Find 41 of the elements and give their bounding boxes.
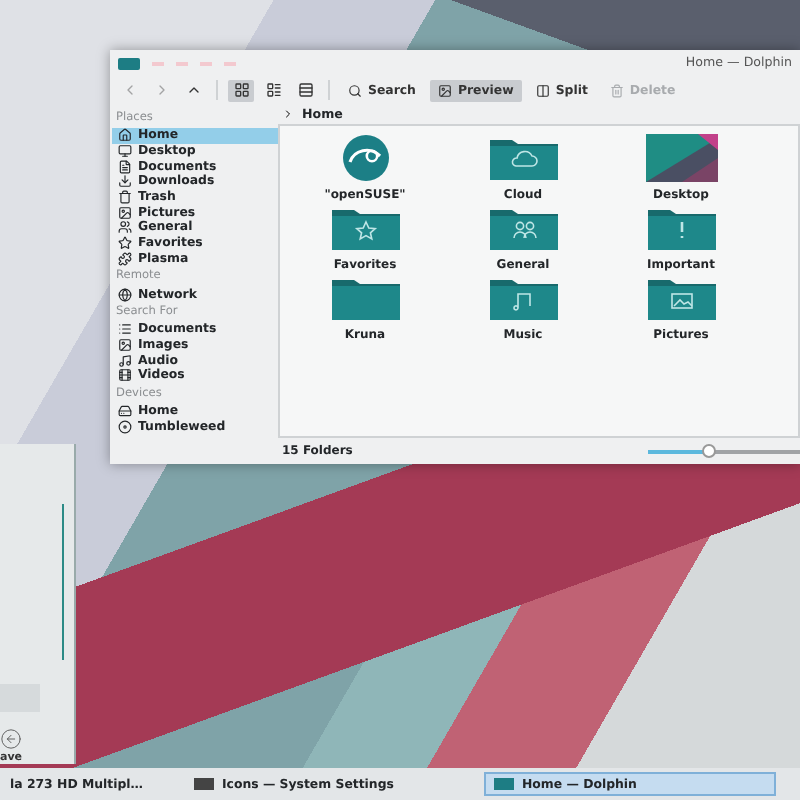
- folder-icon: [329, 204, 401, 252]
- window-icon: [194, 778, 214, 790]
- people-icon: [118, 220, 132, 235]
- logo-icon: [337, 134, 393, 182]
- film-icon: [118, 368, 132, 383]
- folder-icon: [329, 274, 401, 322]
- list-icon: [265, 82, 281, 98]
- slider-handle[interactable]: [701, 443, 716, 457]
- drive-icon: [118, 403, 132, 418]
- puzzle-icon: [118, 251, 132, 266]
- scrollbar[interactable]: [62, 504, 64, 660]
- image-icon: [437, 83, 452, 97]
- folder-icon: [645, 274, 717, 322]
- disc-icon: [118, 419, 132, 434]
- grid-icon: [233, 82, 249, 98]
- folder-icon: [494, 778, 514, 790]
- view-mode-button[interactable]: [228, 79, 254, 101]
- monitor-icon: [118, 144, 132, 159]
- wallpaper-thumbnail: [645, 134, 717, 182]
- folder-icon: [487, 134, 559, 182]
- trash-icon: [609, 83, 624, 97]
- folder-icon: [487, 274, 559, 322]
- list-icon: [118, 322, 132, 337]
- chevron-icon: [282, 108, 294, 120]
- document-icon: [118, 159, 132, 174]
- globe-icon: [118, 287, 132, 302]
- folder-icon: [487, 204, 559, 252]
- back-icon[interactable]: [0, 728, 22, 750]
- trash-icon: [118, 190, 132, 205]
- chevron-up-icon: [185, 82, 201, 98]
- columns-icon: [535, 83, 550, 97]
- music-note-icon: [118, 353, 132, 368]
- rows-icon: [297, 82, 313, 98]
- download-icon: [118, 174, 132, 189]
- search-icon: [348, 83, 362, 97]
- home-icon: [118, 128, 132, 143]
- image-icon: [118, 337, 132, 352]
- folder-icon: [645, 204, 717, 252]
- image-icon: [118, 205, 132, 220]
- app-icon: [118, 57, 140, 69]
- star-icon: [118, 236, 132, 251]
